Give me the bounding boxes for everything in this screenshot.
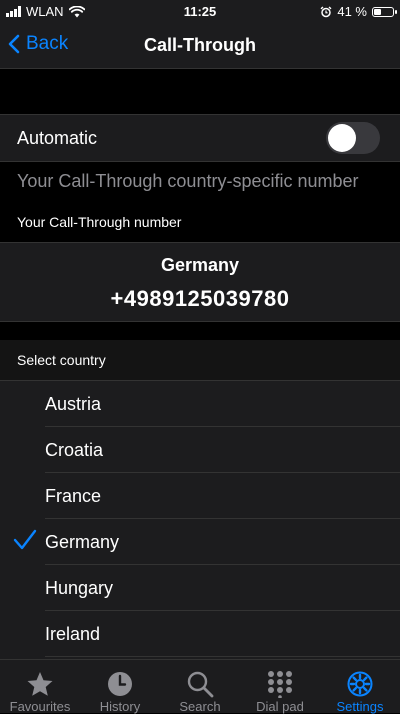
- automatic-toggle[interactable]: [326, 122, 380, 154]
- automatic-row: Automatic: [0, 114, 400, 162]
- current-number: +4989125039780: [110, 286, 290, 311]
- tab-search[interactable]: Search: [160, 660, 240, 714]
- navigation-bar: Back Call-Through: [0, 24, 400, 69]
- gear-icon: [347, 671, 373, 697]
- alarm-icon: [320, 5, 332, 17]
- list-item[interactable]: Hungary: [0, 565, 400, 611]
- list-item[interactable]: Austria: [0, 381, 400, 427]
- tab-settings[interactable]: Settings: [320, 660, 400, 714]
- list-item[interactable]: Ireland: [0, 611, 400, 657]
- status-right: 41 %: [320, 4, 397, 19]
- star-icon: [27, 672, 53, 696]
- country-label: Croatia: [45, 440, 104, 460]
- toggle-knob: [328, 124, 356, 152]
- country-label: Austria: [45, 394, 102, 414]
- dialpad-icon: [268, 671, 292, 698]
- page-title: Call-Through: [144, 35, 256, 55]
- list-item[interactable]: France: [0, 473, 400, 519]
- number-section-label: Your Call-Through number: [17, 214, 182, 230]
- battery-icon: [372, 6, 397, 17]
- tab-dial-pad[interactable]: Dial pad: [240, 660, 320, 714]
- tab-history[interactable]: History: [80, 660, 160, 714]
- country-label: Germany: [45, 532, 120, 552]
- automatic-label: Automatic: [17, 128, 98, 148]
- battery-percent: 41 %: [337, 4, 367, 19]
- list-item[interactable]: Germany: [0, 519, 400, 565]
- country-number-placeholder: Your Call-Through country-specific numbe…: [17, 171, 359, 191]
- country-label: France: [45, 486, 102, 506]
- country-label: Ireland: [45, 624, 101, 644]
- current-number-card: Germany +4989125039780: [0, 242, 400, 322]
- select-country-label: Select country: [17, 352, 106, 368]
- list-item[interactable]: Croatia: [0, 427, 400, 473]
- clock-icon: [108, 672, 132, 696]
- search-icon: [187, 671, 214, 698]
- country-label: Hungary: [45, 578, 114, 598]
- select-country-header: Select country: [0, 340, 400, 381]
- current-country: Germany: [160, 255, 240, 275]
- tab-bar: Favourites History Search Dial pad Setti…: [0, 659, 400, 714]
- tab-favourites[interactable]: Favourites: [0, 660, 80, 714]
- country-list: Austria Croatia France Germany Hungary I…: [0, 381, 400, 659]
- status-bar: WLAN 11:25 41 %: [0, 0, 400, 24]
- checkmark-icon: [13, 529, 37, 550]
